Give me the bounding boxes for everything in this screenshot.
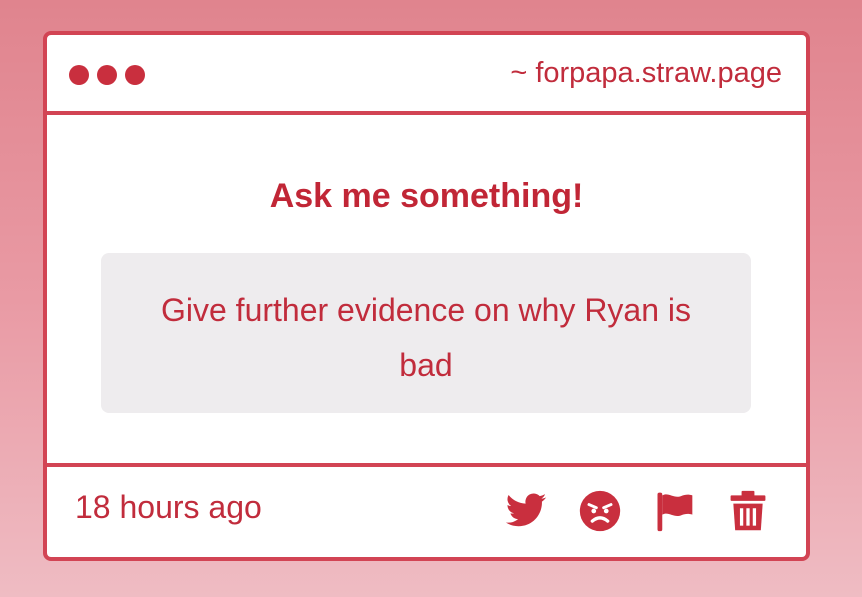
- window-controls: [69, 65, 145, 85]
- window-titlebar: ~ forpapa.straw.page: [47, 35, 806, 115]
- page-url: ~ forpapa.straw.page: [510, 57, 782, 89]
- page-title: Ask me something!: [269, 177, 584, 215]
- timestamp: 18 hours ago: [75, 489, 262, 525]
- question-text: Give further evidence on why Ryan is bad: [101, 253, 751, 413]
- twitter-icon[interactable]: [504, 489, 548, 533]
- flag-icon[interactable]: [652, 489, 696, 533]
- message-card: ~ forpapa.straw.page Ask me something! G…: [43, 31, 810, 561]
- window-dot-icon: [69, 65, 89, 85]
- window-dot-icon: [125, 65, 145, 85]
- action-icons: [504, 489, 770, 533]
- card-footer: 18 hours ago: [47, 467, 806, 557]
- question-area: Ask me something! Give further evidence …: [47, 115, 806, 467]
- trash-icon[interactable]: [726, 489, 770, 533]
- window-dot-icon: [97, 65, 117, 85]
- angry-face-icon[interactable]: [578, 489, 622, 533]
